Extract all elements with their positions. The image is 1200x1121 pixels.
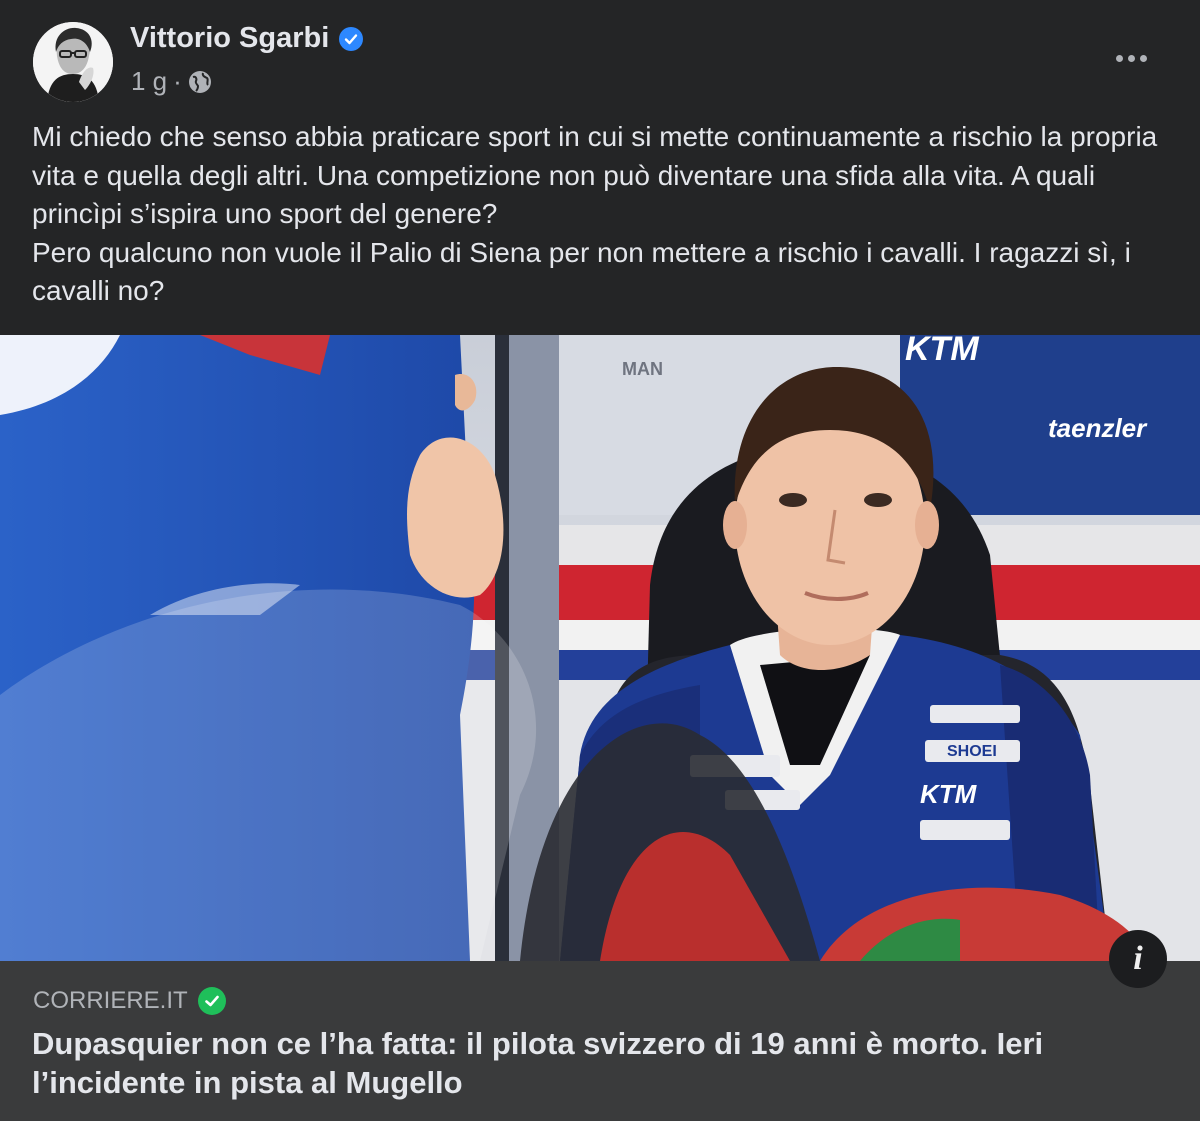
globe-icon[interactable] — [188, 70, 212, 94]
post-header: Vittorio Sgarbi 1 g · — [0, 0, 1200, 115]
post-text: Mi chiedo che senso abbia praticare spor… — [32, 118, 1172, 311]
link-domain: CORRIERE.IT — [33, 987, 188, 1014]
sponsor-logo-text: KTM — [920, 779, 978, 809]
meta-separator: · — [173, 66, 182, 96]
facebook-post: Vittorio Sgarbi 1 g · Mi chiedo che sens… — [0, 0, 1200, 1121]
sponsor-logo-text: MAN — [622, 359, 663, 379]
post-image[interactable]: MAN KTM taenzler SHOEI KTM — [0, 335, 1200, 961]
avatar-portrait — [33, 22, 113, 102]
post-paragraph: Pero qualcuno non vuole il Palio di Sien… — [32, 236, 1131, 307]
author-name-row: Vittorio Sgarbi — [130, 22, 364, 55]
info-icon[interactable]: i — [1109, 930, 1167, 988]
rider-photo: MAN KTM taenzler SHOEI KTM — [0, 335, 1200, 961]
author-avatar[interactable] — [33, 22, 113, 102]
sponsor-logo-text: SHOEI — [947, 743, 997, 760]
sponsor-logo-text: taenzler — [1048, 413, 1148, 443]
post-meta: 1 g · — [131, 66, 212, 97]
post-timestamp[interactable]: 1 g — [131, 66, 167, 97]
link-domain-row: CORRIERE.IT — [33, 987, 226, 1015]
author-name[interactable]: Vittorio Sgarbi — [130, 22, 329, 55]
more-options-icon[interactable] — [1106, 46, 1156, 70]
verified-badge-icon — [339, 26, 364, 51]
link-headline[interactable]: Dupasquier non ce l’ha fatta: il pilota … — [32, 1024, 1172, 1102]
sponsor-logo-text: KTM — [905, 335, 979, 368]
link-preview[interactable]: CORRIERE.IT Dupasquier non ce l’ha fatta… — [0, 961, 1200, 1121]
domain-verified-icon — [197, 987, 226, 1015]
post-paragraph: Mi chiedo che senso abbia praticare spor… — [32, 121, 1158, 229]
